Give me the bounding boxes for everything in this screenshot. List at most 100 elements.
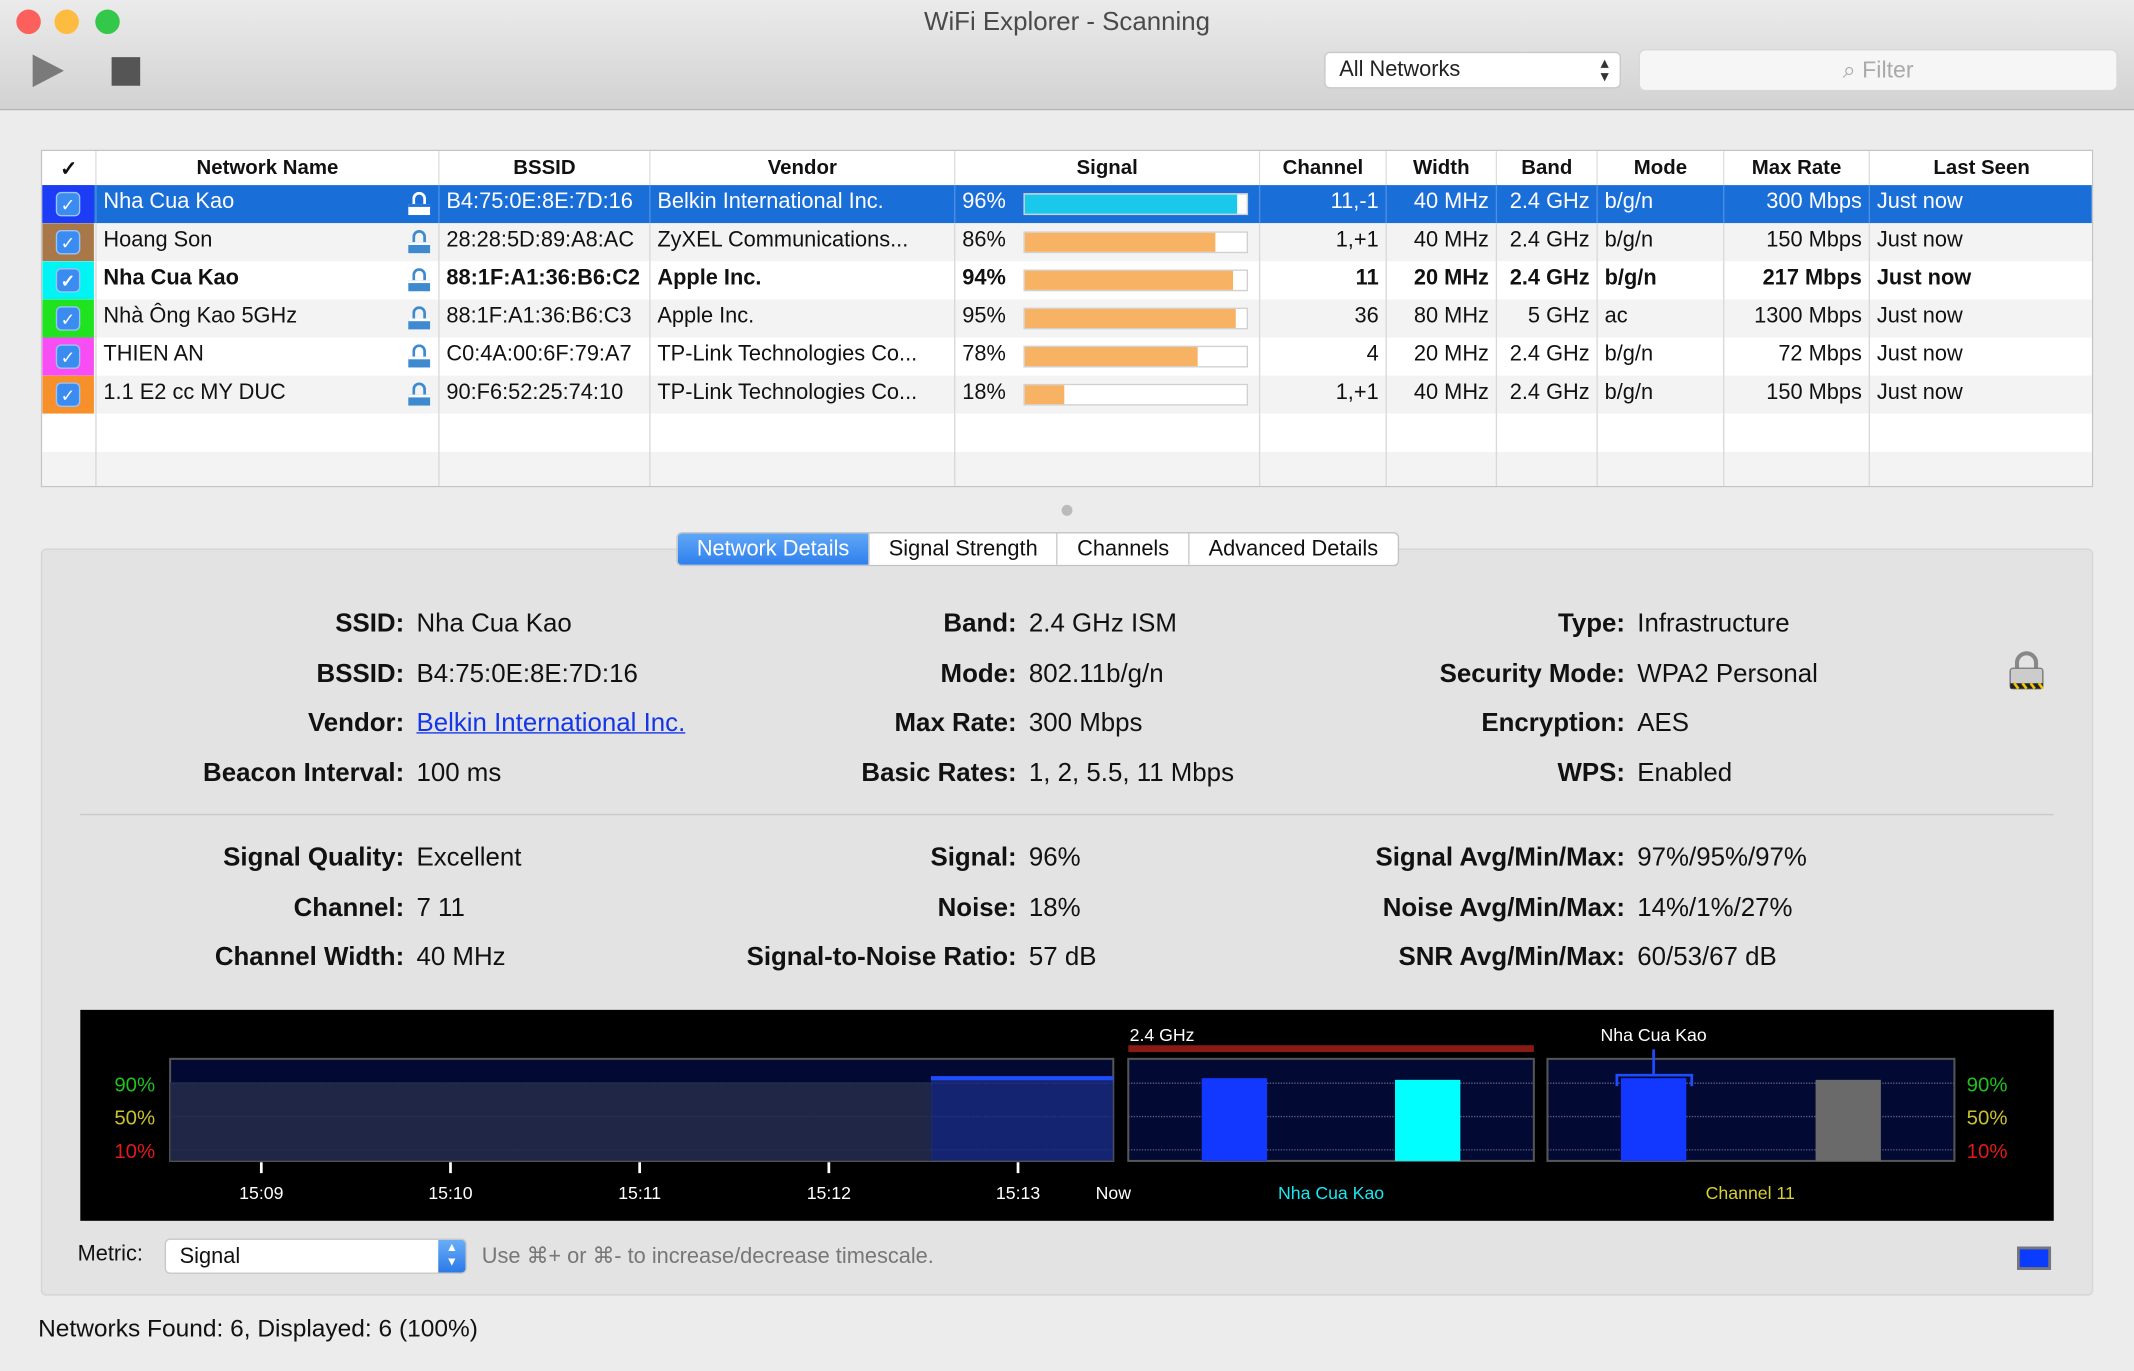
detail-label: Basic Rates: (861, 759, 1017, 789)
play-icon[interactable] (32, 54, 64, 88)
column-header-max-rate[interactable]: Max Rate (1724, 151, 1871, 186)
band-cell: 2.4 GHz (1497, 223, 1598, 262)
signal-cell: 86% (955, 223, 1261, 262)
channel-cell (1260, 451, 1387, 486)
detail-label: Max Rate: (894, 709, 1017, 739)
last-seen-cell: Just now (1870, 338, 2092, 376)
empty-row (42, 451, 2092, 486)
visible-checkbox[interactable]: ✓ (55, 268, 81, 293)
x-tick-label: 15:11 (618, 1183, 661, 1203)
detail-label: Channel: (293, 893, 405, 923)
column-header-band[interactable]: Band (1497, 151, 1598, 186)
detail-value: 40 MHz (416, 943, 506, 973)
signal-percent: 94% (962, 266, 1006, 290)
tab-channels[interactable]: Channels (1058, 533, 1190, 565)
y-tick-label-right: 10% (1967, 1141, 2008, 1163)
network-filter-select[interactable]: All Networks ▴ ▾ (1324, 51, 1621, 89)
window-title: WiFi Explorer - Scanning (924, 8, 1211, 37)
check-cell (42, 451, 97, 486)
column-header-channel[interactable]: Channel (1260, 151, 1387, 186)
x-tick-label: 15:12 (807, 1183, 851, 1203)
column-header-bssid[interactable]: BSSID (439, 151, 651, 186)
visible-checkbox[interactable]: ✓ (55, 306, 81, 331)
channel-cell: 11 (1260, 261, 1387, 300)
filter-placeholder: Filter (1862, 57, 1914, 84)
network-name: Nha Cua Kao (103, 266, 239, 290)
table-row[interactable]: ✓ 1.1 E2 cc MY DUC 90:F6:52:25:74:10 TP-Lin… (42, 375, 2092, 414)
signal-percent: 96% (962, 190, 1006, 214)
mode-cell: b/g/n (1598, 185, 1725, 224)
detail-value: 802.11b/g/n (1028, 659, 1164, 689)
table-row[interactable]: ✓ Hoang Son 28:28:5D:89:A8:AC ZyXEL Communi… (42, 223, 2092, 262)
column-header-width[interactable]: Width (1386, 151, 1498, 186)
column-header-vendor[interactable]: Vendor (650, 151, 956, 186)
check-cell: ✓ (42, 261, 97, 300)
lock-icon (408, 382, 431, 406)
y-tick-label-right: 90% (1967, 1074, 2008, 1096)
stepper-icon: ▲ ▼ (438, 1239, 466, 1273)
detail-label: Channel Width: (214, 943, 405, 973)
last-seen-cell (1870, 414, 2092, 452)
column-header-signal[interactable]: Signal (955, 151, 1261, 186)
x-tick-label: 15:10 (428, 1183, 472, 1203)
title-bar: WiFi Explorer - Scanning All Networks ▴ ▾ … (0, 0, 2134, 111)
detail-label: SNR Avg/Min/Max: (1398, 943, 1626, 973)
search-icon: ⌕ (1842, 57, 1863, 84)
detail-value: 300 Mbps (1028, 709, 1143, 739)
width-cell: 40 MHz (1387, 375, 1498, 414)
table-row[interactable]: ✓ Nha Cua Kao B4:75:0E:8E:7D:16 Belkin Inte… (42, 185, 2092, 224)
band-cell: 5 GHz (1497, 299, 1598, 338)
detail-label: Encryption: (1481, 709, 1626, 739)
visible-checkbox[interactable]: ✓ (55, 382, 81, 407)
column-header-check[interactable]: ✓ (42, 151, 97, 186)
bssid-cell: 90:F6:52:25:74:10 (440, 375, 651, 414)
signal-percent: 86% (962, 228, 1006, 252)
column-header-network-name[interactable]: Network Name (96, 151, 440, 186)
series-color-well[interactable] (2017, 1246, 2052, 1270)
visible-checkbox[interactable]: ✓ (55, 191, 81, 217)
visible-checkbox[interactable]: ✓ (55, 230, 81, 255)
network-name: Hoang Son (103, 228, 213, 252)
band-cell: 2.4 GHz (1497, 261, 1598, 300)
stop-icon[interactable] (111, 57, 141, 86)
channel-bar (1815, 1079, 1881, 1161)
max-rate-cell: 300 Mbps (1724, 185, 1871, 224)
status-text: Networks Found: 6, Displayed: 6 (100%) (38, 1314, 478, 1342)
channel-cell (1260, 413, 1387, 452)
lock-icon (408, 306, 431, 330)
network-name-cell: Nha Cua Kao (97, 261, 440, 300)
column-header-mode[interactable]: Mode (1597, 151, 1725, 186)
splitter-handle[interactable] (1061, 504, 1073, 516)
signal-bar (1023, 307, 1249, 330)
empty-row (42, 413, 2092, 452)
vendor-cell: ZyXEL Communications... (651, 223, 956, 262)
detail-label: SSID: (335, 609, 405, 639)
chevron-updown-icon: ▴ ▾ (1600, 53, 1609, 86)
metric-select[interactable]: Signal ▲ ▼ (164, 1238, 467, 1274)
check-cell: ✓ (42, 337, 97, 376)
tab-network-details[interactable]: Network Details (677, 533, 870, 565)
filter-input[interactable]: ⌕ Filter (1638, 48, 2118, 92)
detail-label: WPS: (1557, 759, 1626, 789)
vendor-cell: Apple Inc. (651, 261, 956, 300)
column-header-last-seen[interactable]: Last Seen (1870, 151, 2092, 186)
detail-value: 2.4 GHz ISM (1028, 609, 1177, 639)
detail-label: BSSID: (316, 659, 405, 689)
channel-bar (1620, 1078, 1687, 1161)
detail-label: Signal Avg/Min/Max: (1375, 843, 1626, 873)
table-row[interactable]: ✓ THIEN AN C0:4A:00:6F:79:A7 TP-Link Techno… (42, 337, 2092, 376)
lock-icon (408, 268, 431, 292)
tab-signal-strength[interactable]: Signal Strength (870, 533, 1059, 565)
check-cell: ✓ (42, 223, 97, 262)
max-rate-cell: 150 Mbps (1724, 375, 1871, 414)
tab-advanced-details[interactable]: Advanced Details (1190, 534, 1398, 565)
width-cell: 40 MHz (1387, 223, 1498, 262)
last-seen-cell: Just now (1870, 185, 2092, 223)
lock-icon (408, 191, 431, 216)
detail-value: 96% (1028, 843, 1081, 873)
detail-value: WPA2 Personal (1637, 659, 1818, 689)
table-row[interactable]: ✓ Nha Cua Kao 88:1F:A1:36:B6:C2 Apple Inc. 9… (42, 261, 2092, 300)
signal-cell: 95% (955, 299, 1261, 338)
visible-checkbox[interactable]: ✓ (55, 344, 81, 369)
table-row[interactable]: ✓ Nhà Ông Kao 5GHz 88:1F:A1:36:B6:C3 Apple … (42, 299, 2092, 338)
